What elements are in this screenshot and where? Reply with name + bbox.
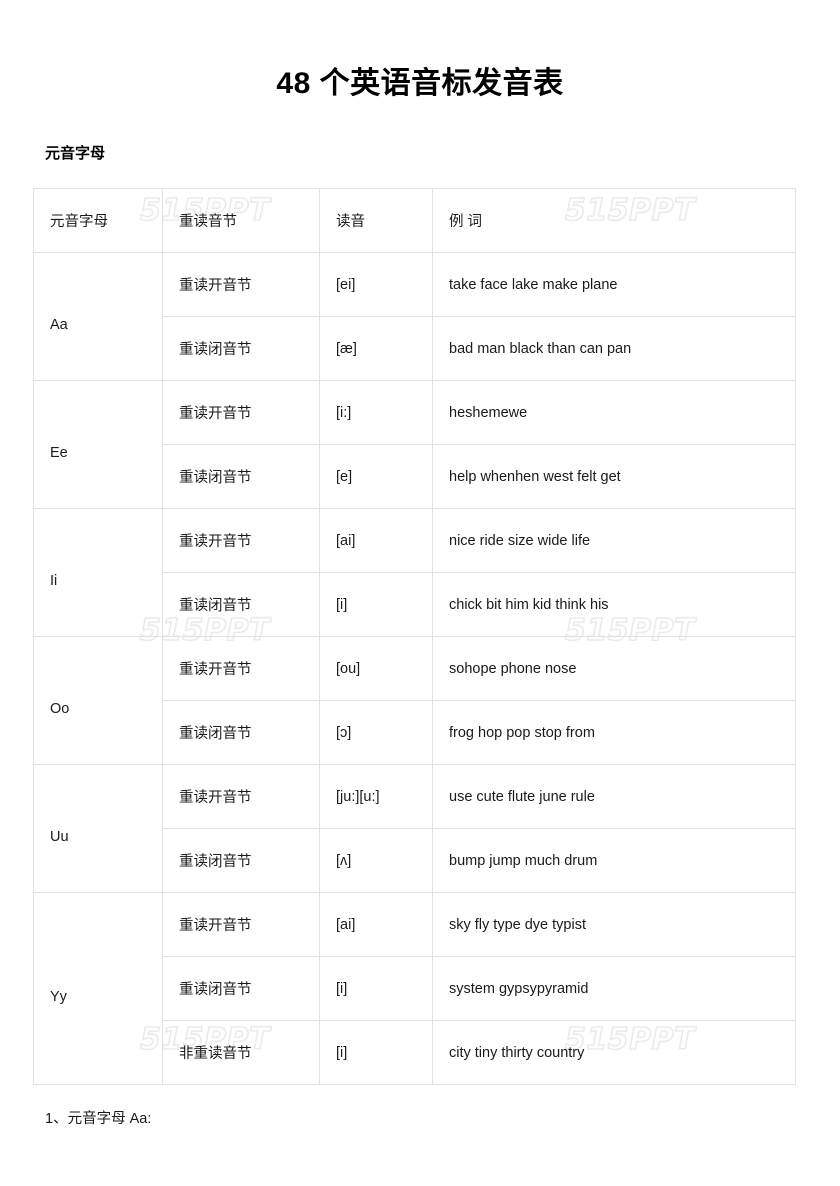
cell-phonetic-symbol: [e]: [319, 444, 433, 509]
cell-example-words: help whenhen west felt get: [432, 444, 796, 509]
vowel-letter-label: Uu: [50, 828, 69, 845]
cell-stressed-syllable: 重读闭音节: [162, 444, 320, 509]
table-header-row: 元音字母 重读音节 读音 例 词: [33, 188, 796, 253]
vowel-letter-label: Ee: [50, 444, 68, 461]
cell-phonetic-symbol: [ai]: [319, 508, 433, 573]
cell-vowel-letter: Ii: [33, 508, 163, 637]
cell-stressed-syllable: 重读开音节: [162, 508, 320, 573]
cell-vowel-letter: Oo: [33, 636, 163, 765]
cell-stressed-syllable: 重读开音节: [162, 252, 320, 317]
cell-example-words: nice ride size wide life: [432, 508, 796, 573]
column-header-phonetic: 读音: [319, 188, 433, 253]
table-body: Aa 重读开音节 [ei] take face lake make plane 重读闭音…: [33, 252, 796, 1085]
cell-example-words: frog hop pop stop from: [432, 700, 796, 765]
cell-example-words: take face lake make plane: [432, 252, 796, 317]
cell-phonetic-symbol: [ɔ]: [319, 700, 433, 765]
column-header-syllable: 重读音节: [162, 188, 320, 253]
vowel-letter-label: Yy: [50, 988, 67, 1005]
cell-example-words: sky fly type dye typist: [432, 892, 796, 957]
page-title: 48 个英语音标发音表: [276, 67, 564, 100]
cell-stressed-syllable: 重读闭音节: [162, 700, 320, 765]
cell-stressed-syllable: 重读开音节: [162, 764, 320, 829]
footer-note: 1、元音字母 Aa:: [45, 1111, 152, 1127]
cell-example-words: heshemewe: [432, 380, 796, 445]
cell-phonetic-symbol: [i]: [319, 956, 433, 1021]
table-row: Uu 重读开音节 [ju:][u:] use cute flute june rule: [33, 764, 796, 893]
cell-phonetic-symbol: [i]: [319, 572, 433, 637]
cell-example-words: sohope phone nose: [432, 636, 796, 701]
table-row: Ee 重读开音节 [i:] heshemewe: [33, 380, 796, 509]
vowel-table-container: 元音字母 重读音节 读音 例 词 Aa 重读开音节 [ei] take face la…: [0, 163, 840, 1085]
cell-example-words: chick bit him kid think his: [432, 572, 796, 637]
cell-phonetic-symbol: [i:]: [319, 380, 433, 445]
cell-stressed-syllable: 非重读音节: [162, 1020, 320, 1085]
table-row: Yy 重读开音节 [ai] sky fly type dye typist: [33, 892, 796, 1085]
vowel-letter-label: Aa: [50, 316, 68, 333]
column-header-examples: 例 词: [432, 188, 796, 253]
cell-vowel-letter: Uu: [33, 764, 163, 893]
cell-phonetic-symbol: [ʌ]: [319, 828, 433, 893]
cell-vowel-letter: Ee: [33, 380, 163, 509]
cell-stressed-syllable: 重读开音节: [162, 636, 320, 701]
cell-example-words: bump jump much drum: [432, 828, 796, 893]
cell-phonetic-symbol: [æ]: [319, 316, 433, 381]
cell-stressed-syllable: 重读闭音节: [162, 572, 320, 637]
cell-example-words: system gypsypyramid: [432, 956, 796, 1021]
column-header-letter: 元音字母: [33, 188, 163, 253]
cell-vowel-letter: Yy: [33, 892, 163, 1085]
cell-stressed-syllable: 重读开音节: [162, 380, 320, 445]
cell-example-words: bad man black than can pan: [432, 316, 796, 381]
cell-example-words: city tiny thirty country: [432, 1020, 796, 1085]
document-page: 48 个英语音标发音表 元音字母 元音字母 重读音节 读音 例 词 Aa 重读开音…: [0, 0, 840, 1128]
vowel-letter-label: Ii: [50, 572, 58, 589]
cell-stressed-syllable: 重读开音节: [162, 892, 320, 957]
cell-stressed-syllable: 重读闭音节: [162, 316, 320, 381]
cell-vowel-letter: Aa: [33, 252, 163, 381]
table-row: Oo 重读开音节 [ou] sohope phone nose: [33, 636, 796, 765]
cell-stressed-syllable: 重读闭音节: [162, 828, 320, 893]
table-row: Aa 重读开音节 [ei] take face lake make plane: [33, 252, 796, 381]
section-heading-vowel-letters: 元音字母: [45, 145, 106, 162]
vowel-letter-label: Oo: [50, 700, 70, 717]
cell-phonetic-symbol: [ei]: [319, 252, 433, 317]
cell-phonetic-symbol: [ou]: [319, 636, 433, 701]
cell-phonetic-symbol: [ju:][u:]: [319, 764, 433, 829]
cell-example-words: use cute flute june rule: [432, 764, 796, 829]
cell-stressed-syllable: 重读闭音节: [162, 956, 320, 1021]
table-header: 元音字母 重读音节 读音 例 词: [33, 188, 796, 253]
vowel-pronunciation-table: 元音字母 重读音节 读音 例 词 Aa 重读开音节 [ei] take face la…: [33, 188, 796, 1085]
table-row: Ii 重读开音节 [ai] nice ride size wide life: [33, 508, 796, 637]
cell-phonetic-symbol: [i]: [319, 1020, 433, 1085]
cell-phonetic-symbol: [ai]: [319, 892, 433, 957]
